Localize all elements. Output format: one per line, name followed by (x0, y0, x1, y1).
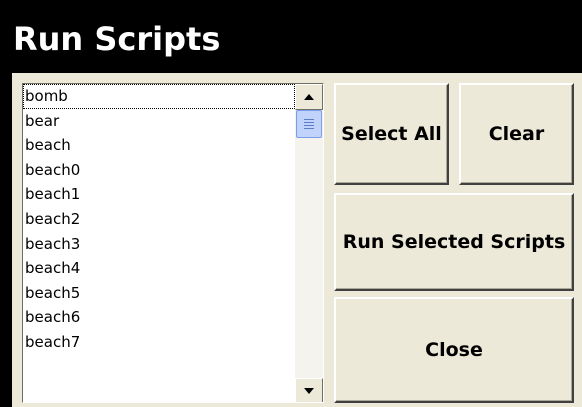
scroll-thumb[interactable] (296, 110, 322, 138)
select-all-button[interactable]: Select All (334, 83, 449, 185)
script-list-item[interactable]: beach5 (23, 281, 295, 306)
scroll-down-arrow-icon (304, 388, 314, 394)
script-list-item[interactable]: beach0 (23, 158, 295, 183)
scroll-down-button[interactable] (295, 378, 323, 402)
script-list-item[interactable]: bomb (23, 84, 295, 109)
script-list-item[interactable]: beach4 (23, 256, 295, 281)
script-list-item[interactable]: beach1 (23, 182, 295, 207)
script-list-item[interactable]: beach (23, 133, 295, 158)
script-list-item[interactable]: beach6 (23, 305, 295, 330)
title-bar[interactable]: Run Scripts (0, 0, 582, 72)
clear-button[interactable]: Clear (459, 83, 574, 185)
scripts-listbox[interactable]: bomb bear beach beach0 beach1 beach2 beach3 bea… (22, 83, 324, 403)
run-selected-scripts-button[interactable]: Run Selected Scripts (334, 193, 574, 291)
scroll-thumb-grip-icon (304, 128, 314, 129)
scroll-thumb-grip-icon (304, 122, 314, 123)
scripts-list-items: bomb bear beach beach0 beach1 beach2 beach3 bea… (23, 84, 295, 402)
list-scrollbar[interactable] (295, 84, 323, 402)
scroll-thumb-grip-icon (304, 119, 314, 120)
script-list-item[interactable]: beach7 (23, 330, 295, 355)
script-list-item[interactable]: beach2 (23, 207, 295, 232)
scroll-up-arrow-icon (304, 94, 314, 100)
window-title: Run Scripts (13, 20, 221, 58)
script-list-item[interactable]: beach3 (23, 232, 295, 257)
run-scripts-window: Run Scripts bomb bear beach beach0 beach1 bea… (0, 0, 582, 407)
scroll-thumb-grip-icon (304, 125, 314, 126)
close-button[interactable]: Close (334, 297, 574, 403)
dialog-client-area: bomb bear beach beach0 beach1 beach2 beach3 bea… (12, 73, 582, 407)
scroll-up-button[interactable] (295, 84, 323, 110)
script-list-item[interactable]: bear (23, 109, 295, 134)
